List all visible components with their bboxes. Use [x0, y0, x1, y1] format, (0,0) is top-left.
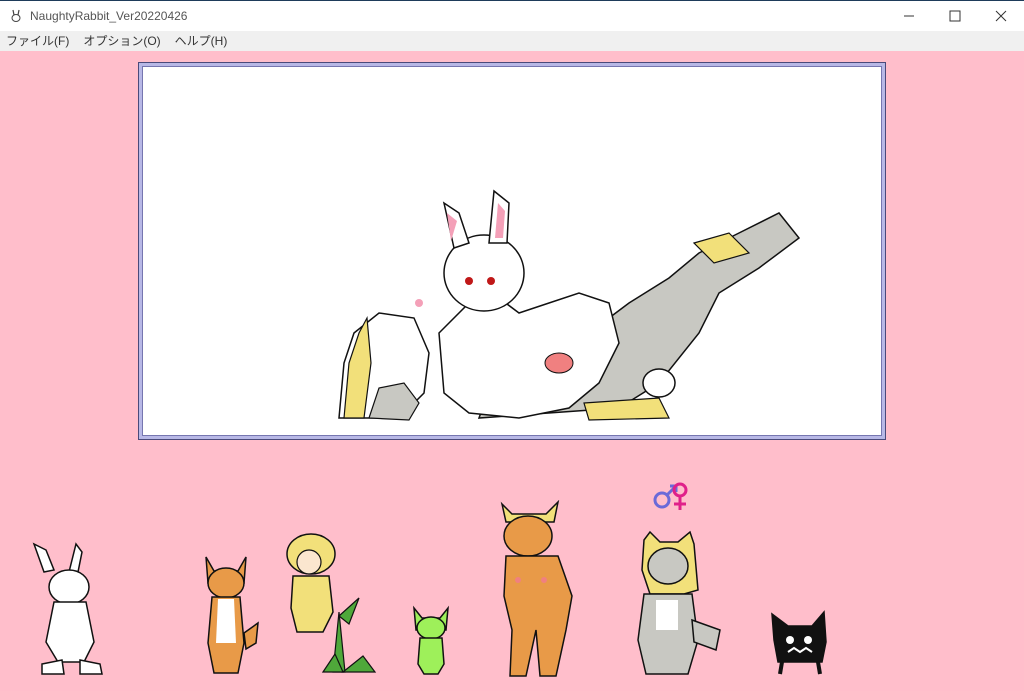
scene-sprite [338, 189, 801, 421]
scene-panel [138, 62, 886, 440]
menu-options[interactable]: オプション(O) [76, 32, 167, 50]
white-rabbit-sprite[interactable] [24, 542, 118, 676]
window-title: NaughtyRabbit_Ver20220426 [30, 9, 188, 23]
minimize-button[interactable] [886, 1, 932, 31]
orange-cat-sprite[interactable] [200, 553, 260, 675]
maximize-icon [949, 10, 961, 22]
grey-wolf-sprite[interactable] [628, 530, 724, 676]
cow-sprite[interactable] [496, 500, 578, 678]
rabbit-app-icon [11, 9, 21, 22]
menu-file[interactable]: ファイル(F) [0, 32, 76, 50]
menu-bar: ファイル(F) オプション(O) ヘルプ(H) [0, 31, 1024, 51]
gender-switch-icon[interactable] [648, 474, 694, 518]
close-icon [995, 10, 1007, 22]
menu-help[interactable]: ヘルプ(H) [168, 32, 235, 50]
black-shadow-sprite[interactable] [768, 610, 832, 676]
sheep-plant-sprite[interactable] [283, 532, 381, 676]
green-cat-sprite[interactable] [410, 604, 454, 676]
close-button[interactable] [978, 1, 1024, 31]
maximize-button[interactable] [932, 1, 978, 31]
title-bar: NaughtyRabbit_Ver20220426 [0, 0, 1024, 31]
minimize-icon [904, 15, 914, 17]
